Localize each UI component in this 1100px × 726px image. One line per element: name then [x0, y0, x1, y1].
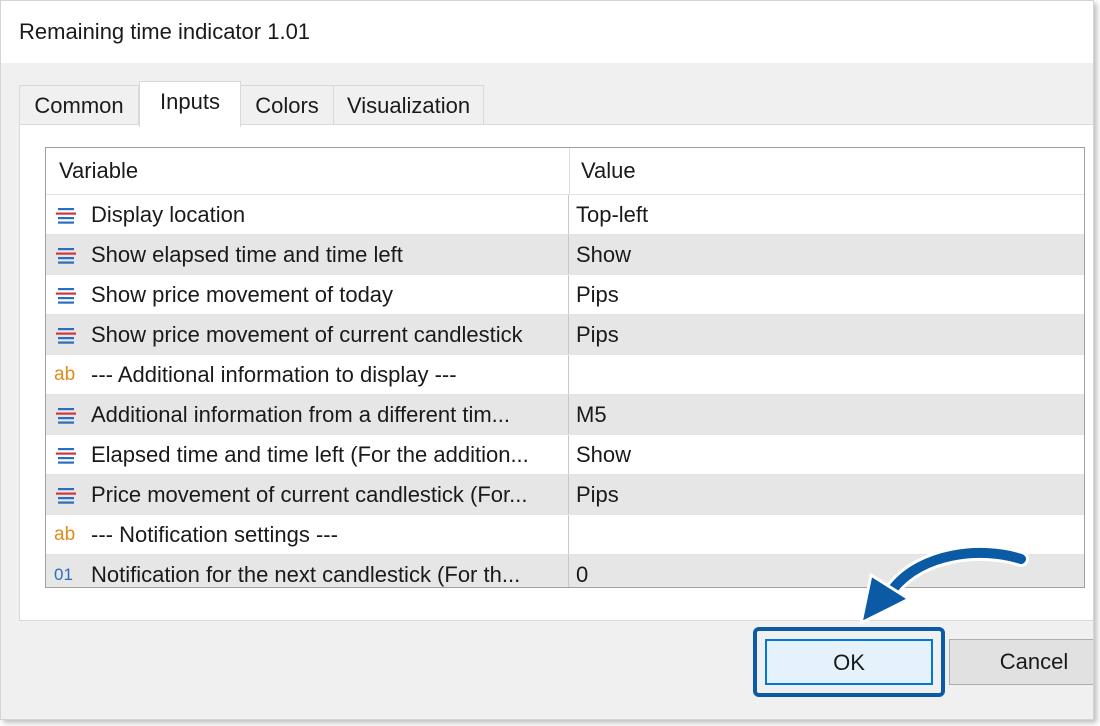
- column-divider: [568, 315, 569, 355]
- variable-value[interactable]: Top-left: [576, 195, 648, 235]
- enum-icon: [55, 204, 77, 226]
- variable-value[interactable]: Pips: [576, 315, 619, 355]
- inputs-grid: Variable Value Display location Top-left S…: [45, 147, 1085, 588]
- variable-label: Show elapsed time and time left: [91, 242, 403, 267]
- column-divider: [568, 515, 569, 555]
- variable-label: Display location: [91, 202, 246, 227]
- tab-common[interactable]: Common: [19, 85, 139, 125]
- variable-label: --- Additional information to display --…: [91, 362, 457, 387]
- tab-visualization[interactable]: Visualization: [333, 85, 484, 125]
- table-row[interactable]: Additional information from a different …: [46, 394, 1084, 435]
- enum-icon: [55, 404, 77, 426]
- enum-icon: [55, 284, 77, 306]
- tab-colors[interactable]: Colors: [240, 85, 334, 125]
- title-bar[interactable]: Remaining time indicator 1.01: [1, 1, 1093, 63]
- ok-button[interactable]: OK: [765, 639, 933, 685]
- variable-value[interactable]: M5: [576, 395, 607, 435]
- variable-label: Additional information from a different …: [91, 402, 511, 427]
- enum-icon: [55, 244, 77, 266]
- header-variable[interactable]: Variable: [59, 148, 138, 194]
- table-row[interactable]: Price movement of current candlestick (F…: [46, 474, 1084, 515]
- header-value[interactable]: Value: [581, 148, 636, 194]
- column-divider: [568, 355, 569, 395]
- variable-label: --- Notification settings ---: [91, 522, 338, 547]
- pointer-arrow-icon: [859, 544, 1029, 625]
- column-divider: [568, 555, 569, 587]
- integer-icon: 01: [54, 565, 73, 584]
- variable-value[interactable]: 0: [576, 555, 588, 587]
- dialog-window: Remaining time indicator 1.01 Common Inp…: [0, 0, 1094, 720]
- column-divider: [568, 275, 569, 315]
- enum-icon: [55, 484, 77, 506]
- enum-icon: [55, 324, 77, 346]
- column-divider: [568, 235, 569, 275]
- window-title: Remaining time indicator 1.01: [19, 19, 311, 44]
- table-row[interactable]: Show price movement of current candlesti…: [46, 314, 1084, 355]
- variable-value[interactable]: Pips: [576, 475, 619, 515]
- string-icon: ab: [54, 524, 76, 545]
- string-icon: ab: [54, 364, 76, 385]
- variable-value[interactable]: Pips: [576, 275, 619, 315]
- variable-label: Elapsed time and time left (For the addi…: [91, 442, 529, 467]
- table-row[interactable]: ab --- Additional information to display …: [46, 354, 1084, 395]
- table-row[interactable]: Show price movement of today Pips: [46, 274, 1084, 315]
- enum-icon: [55, 444, 77, 466]
- table-row[interactable]: Display location Top-left: [46, 194, 1084, 235]
- column-divider: [568, 395, 569, 435]
- column-divider: [568, 195, 569, 235]
- table-row[interactable]: Show elapsed time and time left Show: [46, 234, 1084, 275]
- tab-inputs[interactable]: Inputs: [139, 81, 241, 127]
- variable-label: Show price movement of today: [91, 282, 394, 307]
- variable-label: Show price movement of current candlesti…: [91, 322, 523, 347]
- variable-value[interactable]: Show: [576, 435, 631, 475]
- cancel-button[interactable]: Cancel: [949, 639, 1093, 685]
- column-divider: [568, 435, 569, 475]
- variable-value[interactable]: Show: [576, 235, 631, 275]
- grid-header: Variable Value: [46, 148, 1084, 194]
- variable-label: Notification for the next candlestick (F…: [91, 562, 521, 587]
- table-row[interactable]: Elapsed time and time left (For the addi…: [46, 434, 1084, 475]
- header-divider: [569, 148, 570, 194]
- column-divider: [568, 475, 569, 515]
- variable-label: Price movement of current candlestick (F…: [91, 482, 528, 507]
